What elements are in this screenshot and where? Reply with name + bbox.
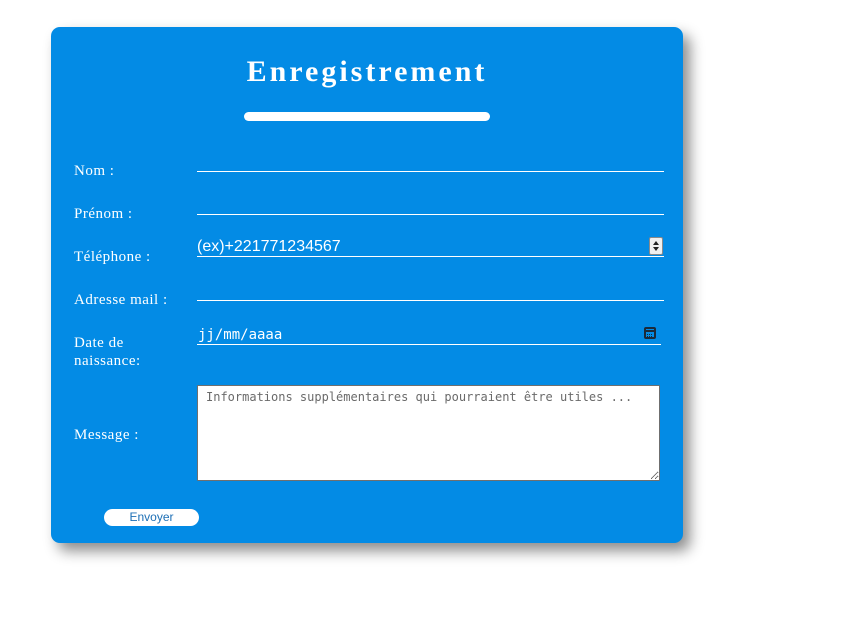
date-naissance-label: Date de naissance: — [74, 334, 141, 370]
spin-up-icon[interactable] — [653, 241, 659, 245]
prenom-label: Prénom : — [74, 206, 133, 222]
date-label-line2: naissance: — [74, 353, 141, 369]
registration-form: Enregistrement Nom : Prénom : Téléphone … — [51, 27, 683, 543]
envoyer-button[interactable]: Envoyer — [104, 509, 199, 526]
telephone-value: (ex)+221771234567 — [197, 238, 341, 255]
prenom-input[interactable] — [197, 195, 664, 215]
nom-input[interactable] — [197, 152, 664, 172]
spin-down-icon[interactable] — [653, 247, 659, 251]
message-textarea[interactable] — [197, 385, 660, 481]
email-label: Adresse mail : — [74, 292, 168, 308]
message-label: Message : — [74, 427, 139, 443]
date-naissance-input[interactable]: jj/mm/aaaa — [197, 325, 661, 345]
telephone-label: Téléphone : — [74, 249, 151, 265]
nom-label: Nom : — [74, 163, 115, 179]
date-label-line1: Date de — [74, 335, 124, 351]
title-underline-bar — [244, 112, 490, 121]
spinner-arrows-icon[interactable] — [649, 237, 663, 255]
telephone-input[interactable]: (ex)+221771234567 — [197, 237, 664, 257]
form-title: Enregistrement — [246, 55, 488, 88]
date-placeholder: jj/mm/aaaa — [198, 327, 283, 343]
calendar-icon[interactable] — [644, 327, 656, 339]
email-input[interactable] — [197, 281, 664, 301]
